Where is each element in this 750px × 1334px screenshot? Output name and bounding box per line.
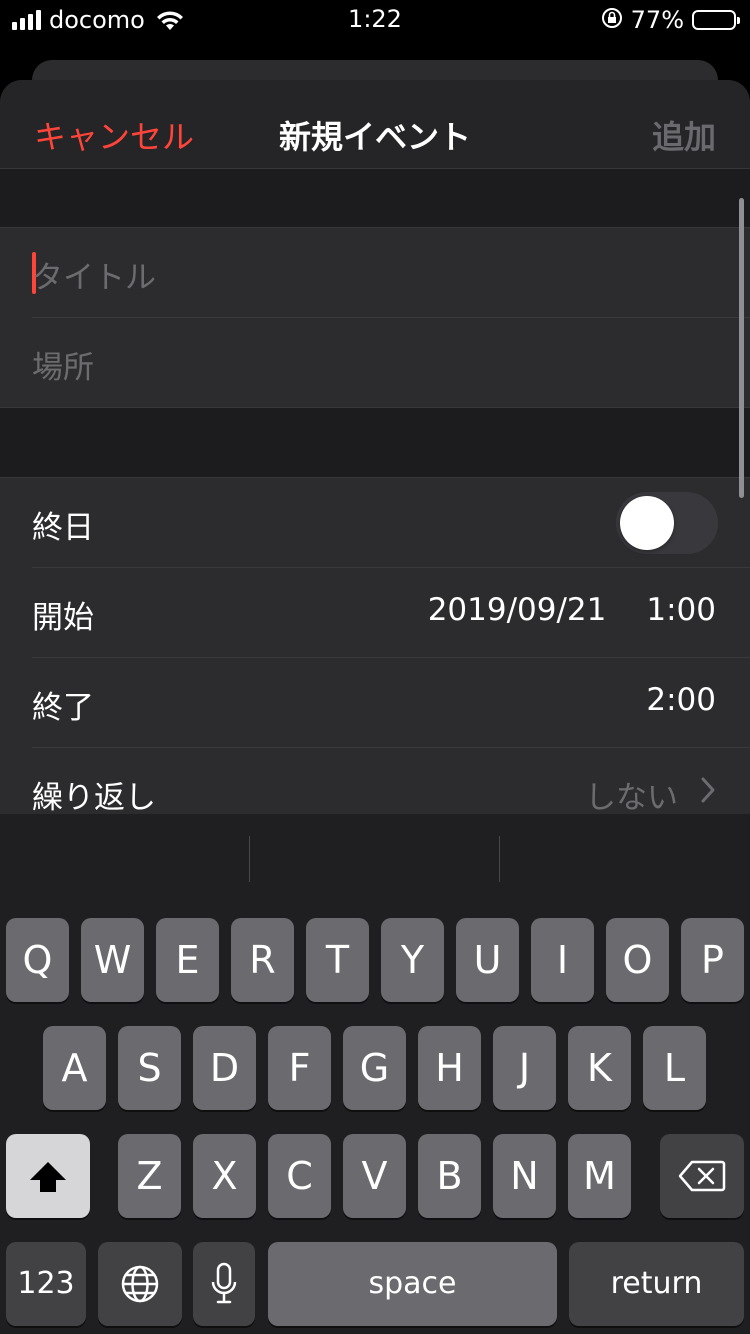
title-field[interactable]: タイトル xyxy=(32,228,750,318)
keyboard: QWERTYUIOP ASDFGHJKL ZXCVBNM 123 space r… xyxy=(0,814,750,1334)
delete-key[interactable] xyxy=(660,1134,744,1218)
key[interactable]: A xyxy=(43,1026,106,1110)
globe-icon xyxy=(121,1265,159,1303)
key[interactable]: T xyxy=(306,918,369,1002)
suggestion-divider xyxy=(249,836,250,882)
start-date: 2019/09/21 xyxy=(427,592,607,628)
location-placeholder: 場所 xyxy=(32,350,94,386)
end-time: 2:00 xyxy=(646,682,716,718)
numbers-key[interactable]: 123 xyxy=(6,1242,86,1326)
key[interactable]: E xyxy=(156,918,219,1002)
key[interactable]: K xyxy=(568,1026,631,1110)
end-row[interactable]: 終了 2:00 xyxy=(32,658,750,748)
all-day-toggle[interactable] xyxy=(616,492,718,554)
key[interactable]: Y xyxy=(381,918,444,1002)
title-placeholder: タイトル xyxy=(32,260,156,296)
suggestion-bar xyxy=(0,814,750,906)
key[interactable]: D xyxy=(193,1026,256,1110)
key[interactable]: L xyxy=(643,1026,706,1110)
globe-key[interactable] xyxy=(98,1242,182,1326)
location-field[interactable]: 場所 xyxy=(32,318,750,407)
key[interactable]: B xyxy=(418,1134,481,1218)
repeat-value: しない xyxy=(585,780,678,814)
shift-key[interactable] xyxy=(6,1134,90,1218)
repeat-row[interactable]: 繰り返し しない xyxy=(32,748,750,814)
battery-percent: 77% xyxy=(630,6,684,34)
repeat-label: 繰り返し xyxy=(32,780,156,814)
start-label: 開始 xyxy=(32,600,94,636)
status-bar-right: 77% xyxy=(601,6,740,34)
battery-icon xyxy=(692,10,740,30)
key[interactable]: I xyxy=(531,918,594,1002)
key[interactable]: O xyxy=(606,918,669,1002)
suggestion-divider xyxy=(499,836,500,882)
space-key[interactable]: space xyxy=(268,1242,557,1326)
end-label: 終了 xyxy=(32,690,94,726)
key[interactable]: G xyxy=(343,1026,406,1110)
key[interactable]: P xyxy=(681,918,744,1002)
key[interactable]: R xyxy=(231,918,294,1002)
key[interactable]: C xyxy=(268,1134,331,1218)
key[interactable]: U xyxy=(456,918,519,1002)
key[interactable]: H xyxy=(418,1026,481,1110)
start-value: 2019/09/21 1:00 xyxy=(428,592,716,628)
all-day-row: 終日 xyxy=(32,478,750,568)
scrollbar[interactable] xyxy=(739,198,744,498)
cancel-button[interactable]: キャンセル xyxy=(34,112,194,158)
key[interactable]: M xyxy=(568,1134,631,1218)
dictation-key[interactable] xyxy=(193,1242,255,1326)
key[interactable]: J xyxy=(493,1026,556,1110)
toggle-knob xyxy=(620,496,674,550)
chevron-right-icon xyxy=(700,776,716,808)
microphone-icon xyxy=(211,1262,237,1304)
all-day-label: 終日 xyxy=(32,510,94,546)
orientation-lock-icon xyxy=(601,7,623,33)
key[interactable]: Q xyxy=(6,918,69,1002)
shift-arrow-icon xyxy=(30,1162,66,1192)
new-event-sheet: キャンセル 新規イベント 追加 タイトル 場所 終日 開始 2019/09/21… xyxy=(0,80,750,814)
date-group: 終日 開始 2019/09/21 1:00 終了 2:00 繰り返し しない xyxy=(0,477,750,814)
status-bar: docomo 1:22 77% xyxy=(0,0,750,40)
title-location-group: タイトル 場所 xyxy=(0,227,750,408)
return-key[interactable]: return xyxy=(569,1242,744,1326)
add-button[interactable]: 追加 xyxy=(652,112,716,158)
key[interactable]: X xyxy=(193,1134,256,1218)
key[interactable]: S xyxy=(118,1026,181,1110)
key[interactable]: V xyxy=(343,1134,406,1218)
start-time: 1:00 xyxy=(646,592,716,628)
key[interactable]: N xyxy=(493,1134,556,1218)
nav-bar: キャンセル 新規イベント 追加 xyxy=(0,80,750,169)
key[interactable]: Z xyxy=(118,1134,181,1218)
page-title: 新規イベント xyxy=(278,118,471,156)
key[interactable]: W xyxy=(81,918,144,1002)
start-row[interactable]: 開始 2019/09/21 1:00 xyxy=(32,568,750,658)
key[interactable]: F xyxy=(268,1026,331,1110)
delete-backspace-icon xyxy=(678,1160,726,1192)
